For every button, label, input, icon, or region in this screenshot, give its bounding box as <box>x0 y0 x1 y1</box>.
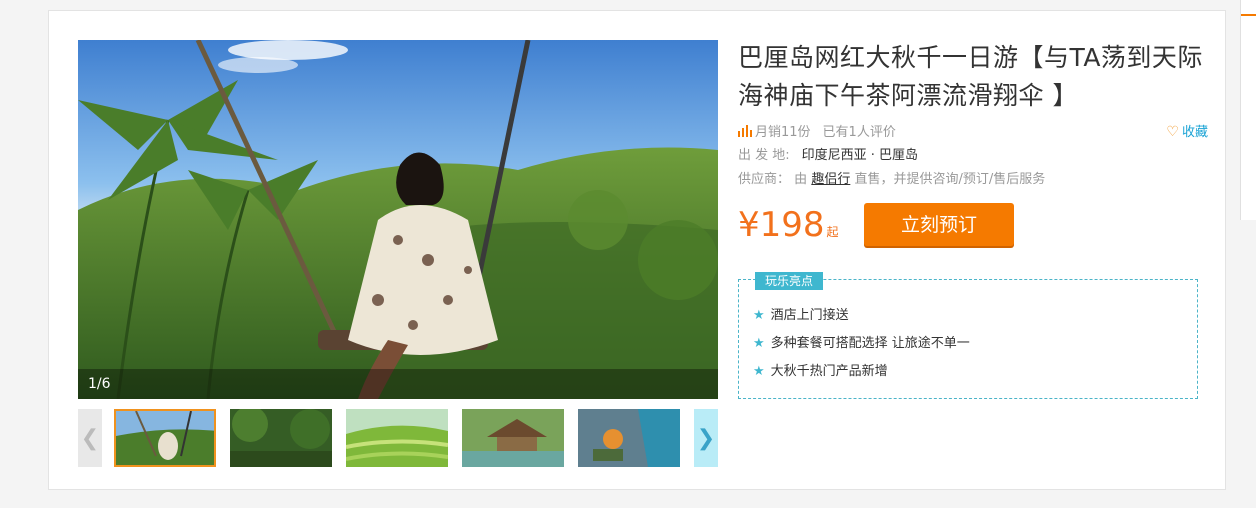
thumb-temple-image <box>462 409 564 467</box>
supplier-link[interactable]: 趣侣行 <box>811 172 850 187</box>
highlights-tag: 玩乐亮点 <box>755 272 824 290</box>
highlights-list: ★ 酒店上门接送 ★ 多种套餐可搭配选择 让旅途不单一 ★ 大秋千热门产品新增 <box>739 280 1197 388</box>
highlight-text: 酒店上门接送 <box>770 308 849 323</box>
highlights-box: 玩乐亮点 ★ 酒店上门接送 ★ 多种套餐可搭配选择 让旅途不单一 ★ 大秋千热门产品新… <box>738 272 1198 399</box>
product-title: 巴厘岛网红大秋千一日游【与TA荡到天际 海神庙下午茶阿漂流滑翔伞 】 <box>738 43 1203 110</box>
price-row: ¥198 起 立刻预订 <box>738 203 1208 249</box>
side-toolbar-accent <box>1241 0 1256 16</box>
thumb-1[interactable] <box>114 409 216 467</box>
chevron-right-icon[interactable]: ❯ <box>694 409 718 467</box>
trophy-icon: ★ <box>753 364 765 379</box>
chevron-left-icon[interactable]: ❮ <box>78 409 102 467</box>
favorite-button[interactable]: ♡ 收藏 <box>1166 121 1208 140</box>
thumb-3[interactable] <box>346 409 448 467</box>
thumb-5[interactable] <box>578 409 680 467</box>
favorite-label: 收藏 <box>1181 125 1208 140</box>
side-toolbar <box>1240 0 1256 220</box>
thumb-paraglide-image <box>578 409 680 467</box>
trophy-icon: ★ <box>753 308 765 323</box>
price-suffix: 起 <box>826 225 839 239</box>
sales-count: 月销11份 <box>755 125 811 140</box>
book-now-button[interactable]: 立刻预订 <box>864 203 1014 246</box>
supplier-suffix: 直售，并提供咨询/预订/售后服务 <box>854 172 1046 187</box>
highlight-text: 大秋千热门产品新增 <box>770 364 888 379</box>
thumb-swing-image <box>116 411 214 465</box>
list-item: ★ 大秋千热门产品新增 <box>753 360 1197 388</box>
departure-row: 出 发 地: 印度尼西亚 · 巴厘岛 <box>738 147 1208 165</box>
thumb-2[interactable] <box>230 409 332 467</box>
product-card: 1/6 ❮ ❯ 巴厘岛网红大秋千一日游【与TA荡到天际 海神庙下午茶阿漂流滑翔伞… <box>48 10 1226 490</box>
list-item: ★ 多种套餐可搭配选择 让旅途不单一 <box>753 332 1197 360</box>
supplier-prefix: 由 <box>794 172 808 187</box>
supplier-label: 供应商： <box>738 172 791 187</box>
heart-icon: ♡ <box>1166 124 1179 140</box>
thumb-rice-terrace-image <box>346 409 448 467</box>
highlight-text: 多种套餐可搭配选择 让旅途不单一 <box>770 336 970 351</box>
supplier-row: 供应商： 由 趣侣行 直售，并提供咨询/预订/售后服务 <box>738 171 1208 189</box>
thumb-forest-image <box>230 409 332 467</box>
sales-stats: 月销11份 已有1人评价 ♡ 收藏 <box>738 121 1208 141</box>
price: ¥198 起 <box>738 205 839 252</box>
product-info: 巴厘岛网红大秋千一日游【与TA荡到天际 海神庙下午茶阿漂流滑翔伞 】 月销11份… <box>738 39 1208 399</box>
main-photo[interactable]: 1/6 <box>78 40 718 399</box>
sales-chart-icon <box>738 125 752 137</box>
trophy-icon: ★ <box>753 336 765 351</box>
thumbnail-strip: ❮ ❯ <box>78 409 718 469</box>
price-value: ¥198 <box>738 205 825 245</box>
swing-photo-image <box>78 40 718 399</box>
thumb-4[interactable] <box>462 409 564 467</box>
photo-counter: 1/6 <box>78 369 718 399</box>
list-item: ★ 酒店上门接送 <box>753 304 1197 332</box>
departure-label: 出 发 地: <box>738 148 790 163</box>
departure-value: 印度尼西亚 · 巴厘岛 <box>801 148 919 163</box>
review-count[interactable]: 已有1人评价 <box>823 125 896 140</box>
